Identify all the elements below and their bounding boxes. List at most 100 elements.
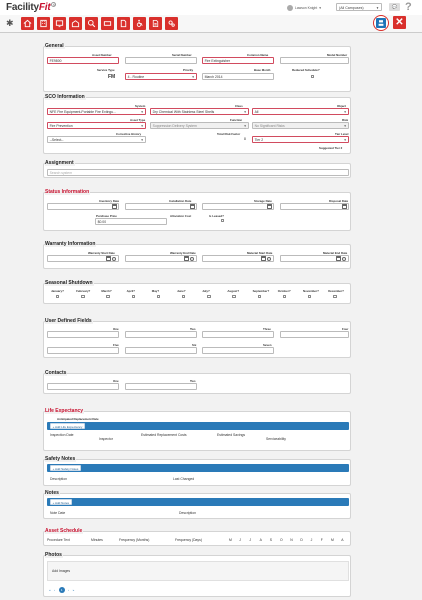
clear-icon[interactable] [342,256,346,261]
calendar-icon[interactable] [184,256,189,261]
add-safety-notes-button[interactable]: + Add Safety Notes [50,465,81,471]
risk-field[interactable]: No Significant Risks ▼ [252,122,349,129]
asset-number-field[interactable]: FE9800 [47,57,119,64]
sco-section: SCO Information System NFE Fire Equipmen… [43,95,351,154]
add-life-expectancy-button[interactable]: + Add Life Expectancy [50,423,85,429]
priority-select[interactable]: 4 - Routine ▼ [125,73,197,80]
tier-level-select[interactable]: Tier 2 ▼ [252,136,349,143]
search-button[interactable] [85,17,98,30]
settings-button[interactable] [165,17,178,30]
chevron-down-icon: ▼ [343,124,347,128]
chevron-down-icon: ▼ [243,124,247,128]
contact-two-field[interactable] [125,383,197,390]
seasonal-month-label: January? [51,289,64,293]
pager-prev[interactable]: ‹ [54,588,55,592]
building-button[interactable] [37,17,50,30]
user-avatar-icon [287,4,293,11]
calendar-icon[interactable] [267,204,272,209]
seasonal-month-checkbox[interactable] [308,295,312,299]
pager-last[interactable]: » [73,588,75,592]
calendar-icon[interactable] [190,204,195,209]
seasonal-month-checkbox[interactable] [81,295,85,299]
section-title: Status Information [45,189,91,195]
calendar-icon[interactable] [342,204,347,209]
pager-next[interactable]: › [68,588,69,592]
base-month-field[interactable]: March 2014 [202,73,274,80]
section-title: Notes [45,490,60,496]
udf-three-field[interactable] [202,331,274,338]
clear-icon[interactable] [267,256,271,261]
pager-current[interactable]: 1 [58,587,65,593]
col-frequency-months: Frequency (Months) [119,538,150,542]
system-select[interactable]: NFE Fire Equipment-Portable Fire Extingu… [47,108,146,115]
installation-date-field[interactable] [125,203,197,210]
campus-select[interactable]: (All Campuses) ▼ [336,3,382,11]
udf-two-field[interactable] [125,331,197,338]
document-button[interactable] [117,17,130,30]
pager-first[interactable]: « [49,588,51,592]
udf-six-field[interactable] [125,347,197,354]
report-button[interactable] [149,17,162,30]
seasonal-month-checkbox[interactable] [282,295,287,299]
serial-number-field[interactable] [125,57,197,64]
contact-one-field[interactable] [47,383,119,390]
seasonal-month-checkbox[interactable] [106,295,110,299]
calendar-icon[interactable] [106,256,111,261]
udf-seven-field[interactable] [202,347,274,354]
udf-four-field[interactable] [280,331,349,338]
seasonal-month-checkbox[interactable] [56,295,60,299]
schedule-month-column: J [239,538,241,542]
seasonal-month-checkbox[interactable] [333,295,337,299]
calendar-icon[interactable] [112,204,117,209]
close-button[interactable]: ✕ [393,16,406,29]
seasonal-month-checkbox[interactable] [207,295,211,299]
clear-icon[interactable] [112,256,116,261]
disposal-date-field[interactable] [280,203,349,210]
col-replacement-costs: Estimated Replacement Costs [141,433,187,437]
section-title: Asset Schedule [45,528,84,534]
asset-type-select[interactable]: Fire Prevention ▼ [47,122,146,129]
inventory-date-field[interactable] [47,203,119,210]
corrective-history-select[interactable]: --Select-- ▼ [47,136,146,143]
udf-one-field[interactable] [47,331,119,338]
calendar-icon[interactable] [261,256,266,261]
chevron-down-icon: ▼ [376,6,379,10]
seasonal-month-checkbox[interactable] [131,295,135,299]
tools-icon[interactable]: ✱ [6,19,14,28]
schedule-month-column: N [290,538,293,542]
monitor-button[interactable] [53,17,66,30]
is-leased-checkbox[interactable] [221,219,225,223]
help-button[interactable]: ? [405,1,412,13]
function-field[interactable]: Suppression Delivery System ▼ [150,122,249,129]
reduced-schedule-checkbox[interactable] [311,75,315,79]
calendar-icon[interactable] [336,256,341,261]
model-number-field[interactable] [280,57,349,64]
storage-date-field[interactable] [202,203,274,210]
seasonal-month-checkbox[interactable] [257,295,261,299]
app-logo[interactable]: FacilityFit © [6,2,57,13]
assignment-search-input[interactable]: Search system [47,169,349,176]
seasonal-month-checkbox[interactable] [156,295,161,299]
save-button[interactable] [373,15,389,31]
accessibility-button[interactable] [133,17,146,30]
clear-icon[interactable] [190,256,194,261]
chat-button[interactable]: 💬 [389,3,400,11]
image-dropzone[interactable]: Add Images [47,561,349,581]
schedule-month-column: J [249,538,252,542]
object-select[interactable]: All ▼ [252,108,349,115]
seasonal-month-checkbox[interactable] [182,295,186,299]
class-select[interactable]: Dry Chemical With Stainless Steel Shells… [150,108,249,115]
common-name-field[interactable]: Fire Extinguisher [202,57,274,64]
add-notes-button[interactable]: + Add Notes [50,499,72,505]
purchase-price-field[interactable]: $0.00 [95,218,167,225]
user-menu[interactable]: Lawson Knight ▾ [287,4,321,11]
safety-notes-section: Safety Notes + Add Safety Notes Descript… [43,457,351,486]
assignment-section: Assignment Search system [43,161,351,178]
udf-five-field[interactable] [47,347,119,354]
top-bar: FacilityFit © Lawson Knight ▾ (All Campus… [0,0,422,15]
asset-button[interactable] [101,17,114,30]
seasonal-month-checkbox[interactable] [232,295,236,299]
section-title: Life Expectancy [45,408,85,414]
home-button[interactable] [21,17,34,30]
warehouse-button[interactable] [69,17,82,30]
